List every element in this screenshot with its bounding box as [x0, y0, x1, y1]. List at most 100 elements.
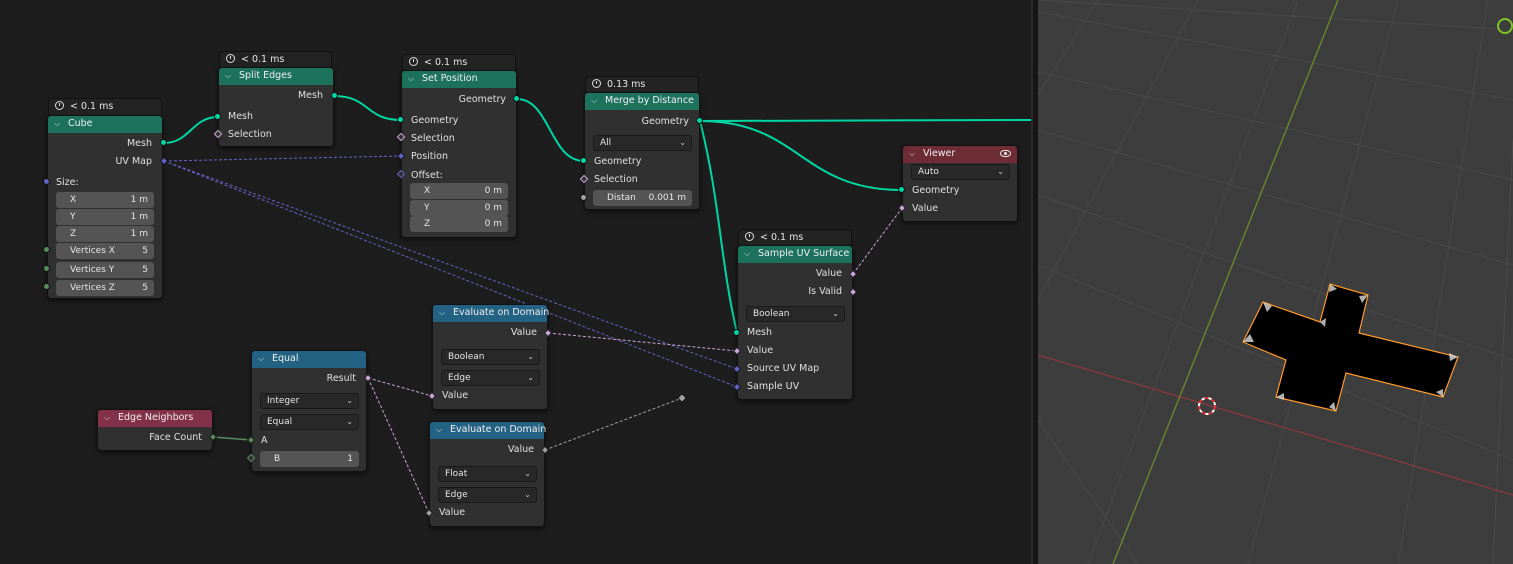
- node-header[interactable]: ⌵ Viewer: [903, 146, 1017, 163]
- socket-cube-size[interactable]: [43, 178, 50, 185]
- node-header[interactable]: ⌵ Merge by Distance: [585, 93, 699, 110]
- stopwatch-icon: [745, 232, 754, 241]
- link-eval2-dangling: [544, 397, 683, 451]
- collapse-chevron-icon[interactable]: ⌵: [436, 425, 445, 435]
- equal-operation-dropdown[interactable]: Equal ⌄: [260, 414, 359, 430]
- link-split-setpos: [333, 95, 402, 121]
- socket-cube-vy[interactable]: [43, 265, 50, 272]
- node-evaluate-on-domain-1[interactable]: ⌵ Evaluate on Domain Value Boolean ⌄ Edge ⌄…: [432, 304, 549, 410]
- output-result-label: Result: [326, 373, 356, 384]
- offset-x-field[interactable]: X0 m: [410, 183, 508, 199]
- input-value-label: Value: [912, 203, 939, 214]
- output-isvalid-label: Is Valid: [808, 286, 842, 297]
- collapse-chevron-icon[interactable]: ⌵: [439, 308, 448, 318]
- vertices-x-field[interactable]: Vertices X5: [56, 243, 154, 259]
- link-merge-sample: [699, 120, 738, 334]
- link-equal-eval2: [367, 377, 430, 514]
- input-selection-label: Selection: [411, 133, 455, 144]
- link-uv-position: [163, 155, 402, 162]
- link-setpos-merge: [516, 98, 585, 162]
- socket-split-out-mesh[interactable]: [331, 92, 338, 99]
- size-x-field[interactable]: X1 m: [56, 192, 154, 208]
- node-header[interactable]: ⌵ Evaluate on Domain: [430, 422, 546, 439]
- node-edge-neighbors[interactable]: ⌵ Edge Neighbors Face Count: [97, 409, 213, 451]
- socket-cube-vx[interactable]: [43, 246, 50, 253]
- node-sample-uv-surface[interactable]: ⌵ Sample UV Surface Value Is Valid Boolea…: [737, 245, 853, 400]
- eval2-domain-dropdown[interactable]: Edge ⌄: [438, 487, 537, 503]
- vertices-y-field[interactable]: Vertices Y5: [56, 262, 154, 278]
- node-header[interactable]: ⌵ Cube: [48, 116, 162, 133]
- size-y-field[interactable]: Y1 m: [56, 209, 154, 225]
- collapse-chevron-icon[interactable]: ⌵: [744, 249, 753, 259]
- collapse-chevron-icon[interactable]: ⌵: [225, 71, 234, 81]
- node-viewer[interactable]: ⌵ Viewer Auto ⌄ Geometry Value: [902, 145, 1018, 222]
- node-split-edges[interactable]: ⌵ Split Edges Mesh Mesh Selection: [218, 67, 334, 147]
- chevron-down-icon: ⌄: [527, 352, 534, 361]
- distance-field[interactable]: Distan 0.001 m: [593, 190, 692, 206]
- output-geometry-label: Geometry: [641, 116, 689, 127]
- input-geometry-label: Geometry: [411, 115, 459, 126]
- node-merge-by-distance[interactable]: ⌵ Merge by Distance Geometry All ⌄ Geometr…: [584, 92, 700, 210]
- node-equal[interactable]: ⌵ Equal Result Integer ⌄ Equal ⌄ A B1: [251, 350, 367, 472]
- output-geometry-label: Geometry: [458, 94, 506, 105]
- collapse-chevron-icon[interactable]: ⌵: [408, 74, 417, 84]
- node-header[interactable]: ⌵ Equal: [252, 351, 366, 368]
- node-header[interactable]: ⌵ Evaluate on Domain: [433, 305, 549, 322]
- merge-mode-dropdown[interactable]: All ⌄: [593, 135, 692, 151]
- b-field[interactable]: B1: [260, 451, 359, 467]
- link-cube-split: [163, 116, 219, 144]
- node-header[interactable]: ⌵ Split Edges: [219, 68, 333, 85]
- output-mesh-label: Mesh: [297, 90, 323, 101]
- eval1-type-dropdown[interactable]: Boolean ⌄: [441, 349, 540, 365]
- stopwatch-icon: [592, 79, 601, 88]
- eval1-domain-dropdown[interactable]: Edge ⌄: [441, 370, 540, 386]
- node-editor[interactable]: < 0.1 ms ⌵ Cube Mesh UV Map Size: X1 m Y1…: [0, 0, 1033, 564]
- eye-icon[interactable]: [1000, 150, 1011, 157]
- socket-merge-in-geometry[interactable]: [580, 157, 587, 164]
- sample-type-dropdown[interactable]: Boolean ⌄: [746, 306, 845, 322]
- chevron-down-icon: ⌄: [832, 309, 839, 318]
- output-mesh-label: Mesh: [126, 138, 152, 149]
- node-header[interactable]: ⌵ Edge Neighbors: [98, 410, 212, 427]
- socket-sample-mesh[interactable]: [733, 329, 740, 336]
- socket-merge-out[interactable]: [696, 117, 703, 124]
- viewer-domain-dropdown[interactable]: Auto ⌄: [911, 164, 1010, 180]
- stopwatch-icon: [55, 101, 64, 110]
- size-z-field[interactable]: Z1 m: [56, 226, 154, 242]
- collapse-chevron-icon[interactable]: ⌵: [909, 149, 918, 159]
- node-evaluate-on-domain-2[interactable]: ⌵ Evaluate on Domain Value Float ⌄ Edge ⌄ V…: [429, 421, 546, 527]
- stopwatch-icon: [409, 57, 418, 66]
- input-value-label: Value: [442, 390, 469, 401]
- socket-setpos-in-geometry[interactable]: [397, 116, 404, 123]
- 3d-viewport[interactable]: [1038, 0, 1513, 564]
- eval2-type-dropdown[interactable]: Float ⌄: [438, 466, 537, 482]
- y-axis-line: [1112, 0, 1339, 564]
- stopwatch-icon: [226, 54, 235, 63]
- collapse-chevron-icon[interactable]: ⌵: [258, 354, 267, 364]
- socket-viewer-geometry[interactable]: [898, 186, 905, 193]
- socket-cube-vz[interactable]: [43, 283, 50, 290]
- reroute-point: [677, 393, 687, 403]
- input-selection-label: Selection: [594, 174, 638, 185]
- area-divider[interactable]: [1031, 0, 1038, 564]
- socket-cube-mesh[interactable]: [160, 139, 167, 146]
- collapse-chevron-icon[interactable]: ⌵: [54, 119, 63, 129]
- input-source-uv-label: Source UV Map: [747, 363, 820, 374]
- output-value-label: Value: [507, 444, 534, 455]
- node-header[interactable]: ⌵ Sample UV Surface: [738, 246, 852, 263]
- vertices-z-field[interactable]: Vertices Z5: [56, 280, 154, 296]
- socket-setpos-out[interactable]: [513, 95, 520, 102]
- equal-type-dropdown[interactable]: Integer ⌄: [260, 393, 359, 409]
- link-equal-eval1: [367, 377, 433, 397]
- socket-merge-distance[interactable]: [580, 194, 587, 201]
- offset-y-field[interactable]: Y0 m: [410, 200, 508, 216]
- output-uvmap-label: UV Map: [115, 156, 152, 167]
- collapse-chevron-icon[interactable]: ⌵: [591, 96, 600, 106]
- node-cube[interactable]: ⌵ Cube Mesh UV Map Size: X1 m Y1 m Z1 m V…: [47, 115, 163, 299]
- node-header[interactable]: ⌵ Set Position: [402, 71, 516, 88]
- offset-z-field[interactable]: Z0 m: [410, 216, 508, 232]
- node-set-position[interactable]: ⌵ Set Position Geometry Geometry Selectio…: [401, 70, 517, 238]
- chevron-down-icon: ⌄: [346, 417, 353, 426]
- socket-split-in-mesh[interactable]: [214, 113, 221, 120]
- collapse-chevron-icon[interactable]: ⌵: [104, 413, 113, 423]
